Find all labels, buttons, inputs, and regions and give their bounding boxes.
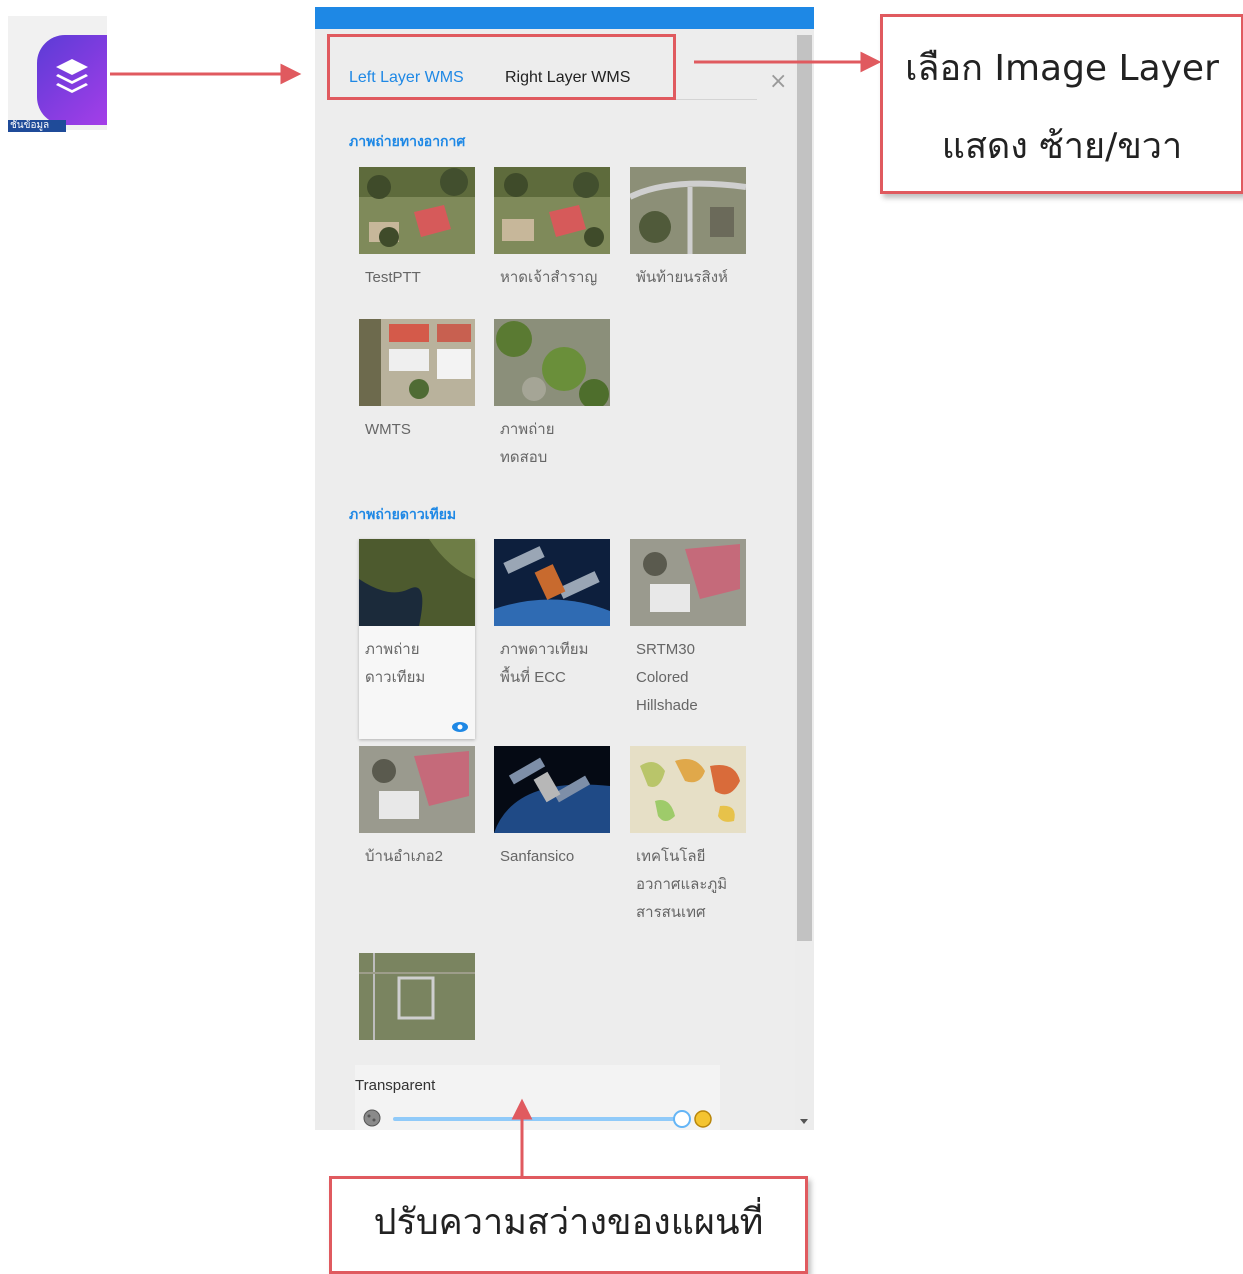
tabs-callout-line2: แสดง ซ้าย/ขวา xyxy=(941,126,1183,167)
slider-callout: ปรับความสว่างของแผนที่ xyxy=(329,1176,808,1274)
arrow-slider-callout xyxy=(511,1098,533,1176)
arrow-tabs-callout xyxy=(694,51,882,73)
arrow-layer-button xyxy=(110,63,302,85)
tabs-callout-line1: เลือก Image Layer xyxy=(905,48,1219,89)
tabs-callout: เลือก Image Layer แสดง ซ้าย/ขวา xyxy=(880,14,1243,194)
